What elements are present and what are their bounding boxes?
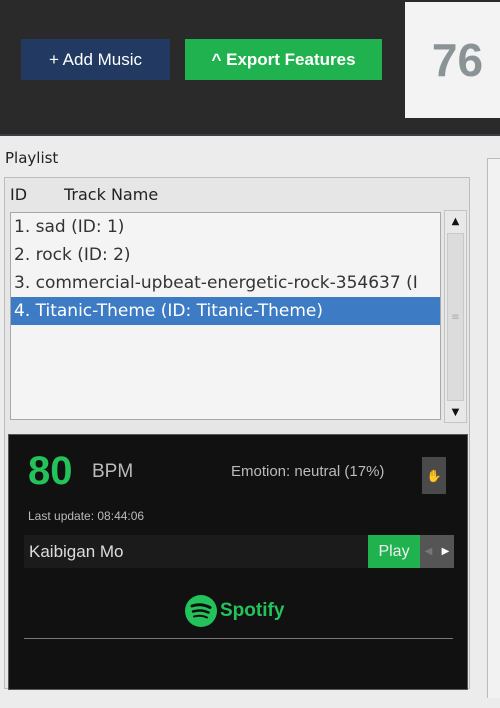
scroll-down-icon[interactable]: ▼	[445, 402, 466, 422]
player-panel: 80 BPM Emotion: neutral (17%) ✋ Last upd…	[8, 434, 468, 690]
divider	[24, 638, 453, 639]
bpm-value: 80	[28, 449, 73, 493]
playlist-scrollbar[interactable]: ▲ ≡ ▼	[444, 210, 467, 423]
track-name: Kaibigan Mo	[29, 542, 124, 561]
list-item[interactable]: 2. rock (ID: 2)	[11, 241, 440, 269]
list-item[interactable]: 1. sad (ID: 1)	[11, 213, 440, 241]
export-features-button[interactable]: ^ Export Features	[185, 39, 382, 80]
playlist-listbox[interactable]: 1. sad (ID: 1) 2. rock (ID: 2) 3. commer…	[10, 212, 441, 420]
list-item-selected[interactable]: 4. Titanic-Theme (ID: Titanic-Theme)	[11, 297, 440, 325]
last-update: Last update: 08:44:06	[28, 509, 145, 523]
counter-display: 76	[405, 2, 500, 118]
right-panel-edge	[487, 158, 500, 698]
add-music-button[interactable]: + Add Music	[21, 39, 170, 80]
scroll-thumb[interactable]: ≡	[447, 233, 464, 401]
spotify-icon	[185, 595, 217, 627]
list-item[interactable]: 3. commercial-upbeat-energetic-rock-3546…	[11, 269, 440, 297]
column-id[interactable]: ID	[10, 185, 27, 204]
track-nav: ◀ ▶	[420, 535, 454, 568]
scroll-up-icon[interactable]: ▲	[445, 211, 466, 231]
camera-toggle-button[interactable]: ✋	[422, 457, 446, 494]
previous-icon[interactable]: ◀	[425, 546, 433, 557]
spotify-wordmark: Spotify	[220, 600, 285, 621]
bpm-unit: BPM	[92, 461, 134, 482]
playlist-label: Playlist	[5, 149, 59, 167]
top-toolbar: + Add Music ^ Export Features 76	[0, 0, 500, 136]
hand-icon: ✋	[426, 468, 442, 483]
column-track-name[interactable]: Track Name	[64, 185, 158, 204]
emotion-status: Emotion: neutral (17%)	[231, 463, 385, 480]
play-button[interactable]: Play	[368, 535, 420, 568]
next-icon[interactable]: ▶	[442, 546, 450, 557]
now-playing-bar: Kaibigan Mo Play ◀ ▶	[24, 535, 454, 568]
spotify-logo: Spotify	[185, 595, 284, 627]
